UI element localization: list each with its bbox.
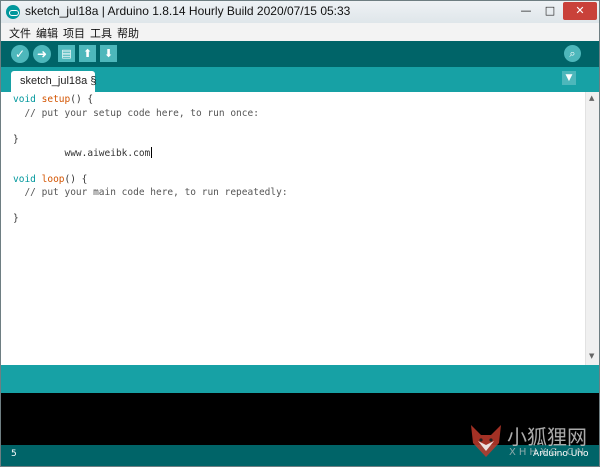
serial-monitor-button[interactable]: ⌕	[564, 45, 581, 62]
code-line: void loop() {	[13, 174, 87, 185]
code-text: () {	[64, 174, 88, 185]
scroll-up-icon[interactable]: ▲	[589, 94, 594, 102]
open-button[interactable]: ⬆	[79, 45, 96, 62]
save-button[interactable]: ⬇	[100, 45, 117, 62]
keyword: void	[13, 174, 36, 185]
maximize-button[interactable]: □	[539, 2, 561, 20]
code-editor[interactable]: void setup() { // put your setup code he…	[1, 92, 599, 365]
code-line: }	[13, 213, 19, 224]
minimize-button[interactable]: —	[515, 2, 537, 20]
message-area	[1, 365, 599, 393]
arduino-logo-icon	[6, 5, 20, 19]
menu-file[interactable]: 文件	[9, 25, 31, 41]
function-name: setup	[41, 94, 71, 105]
menu-tools[interactable]: 工具	[90, 25, 112, 41]
title-bar[interactable]: sketch_jul18a | Arduino 1.8.14 Hourly Bu…	[1, 1, 599, 23]
magnifier-icon: ⌕	[569, 47, 576, 60]
verify-button[interactable]: ✓	[11, 45, 29, 63]
code-comment: // put your main code here, to run repea…	[13, 187, 288, 198]
text-caret	[151, 147, 153, 158]
watermark-domain: XHHXG.CN	[509, 447, 588, 458]
tab-label: sketch_jul18a §	[20, 75, 97, 87]
typed-text: www.aiweibk.com	[13, 148, 151, 159]
close-button[interactable]: ✕	[563, 2, 597, 20]
menu-help[interactable]: 帮助	[117, 25, 139, 41]
code-comment: // put your setup code here, to run once…	[13, 108, 259, 119]
check-icon: ✓	[14, 47, 26, 61]
code-line: }	[13, 134, 19, 145]
scroll-down-icon[interactable]: ▼	[589, 352, 594, 360]
code-line: void setup() {	[13, 94, 93, 105]
line-number: 5	[11, 449, 17, 459]
tab-sketch[interactable]: sketch_jul18a §	[11, 71, 97, 92]
upload-button[interactable]: ➜	[33, 45, 51, 63]
arrow-down-icon: ⬇	[103, 47, 114, 60]
arrow-up-icon: ⬆	[82, 47, 93, 60]
window-title: sketch_jul18a | Arduino 1.8.14 Hourly Bu…	[25, 4, 351, 18]
tab-menu-button[interactable]: ▼	[562, 71, 576, 85]
editor-scrollbar[interactable]: ▲ ▼	[585, 92, 599, 365]
keyword: void	[13, 94, 36, 105]
menu-sketch[interactable]: 项目	[63, 25, 85, 41]
watermark: 小狐狸网 XHHXG.CN	[469, 419, 597, 465]
toolbar: ✓ ➜ ▤ ⬆ ⬇ ⌕	[1, 41, 599, 67]
arduino-ide-window: sketch_jul18a | Arduino 1.8.14 Hourly Bu…	[0, 0, 600, 467]
triangle-down-icon: ▼	[565, 73, 573, 83]
menu-edit[interactable]: 编辑	[36, 25, 58, 41]
new-file-icon: ▤	[61, 47, 72, 60]
new-button[interactable]: ▤	[58, 45, 75, 62]
arrow-right-icon: ➜	[36, 47, 48, 61]
watermark-text: 小狐狸网	[507, 425, 587, 449]
code-text: () {	[70, 94, 94, 105]
menu-bar: 文件 编辑 项目 工具 帮助	[1, 23, 599, 41]
fox-logo-icon	[471, 425, 501, 457]
code-line-typed: www.aiweibk.com	[13, 147, 153, 159]
function-name: loop	[41, 174, 65, 185]
tab-bar: sketch_jul18a § ▼	[1, 67, 599, 92]
